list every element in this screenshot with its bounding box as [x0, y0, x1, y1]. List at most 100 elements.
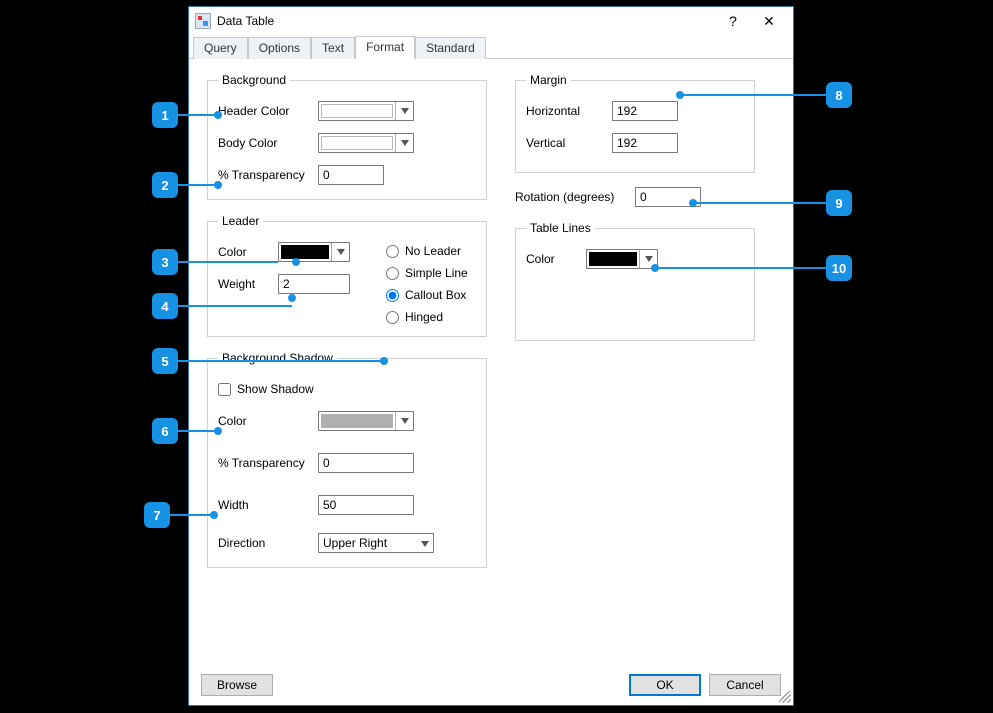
leader-radio-callout-box[interactable]: Callout Box	[386, 288, 476, 302]
leader-radio-simple-line-label: Simple Line	[405, 266, 468, 280]
annotation-dot	[210, 511, 218, 519]
tab-standard[interactable]: Standard	[415, 37, 486, 59]
group-leader: Leader Color Weight	[207, 214, 487, 337]
table-lines-color-swatch	[589, 252, 637, 266]
browse-button[interactable]: Browse	[201, 674, 273, 696]
dialog-footer: Browse OK Cancel	[189, 665, 793, 705]
annotation-6: 6	[152, 418, 178, 444]
annotation-dot	[214, 111, 222, 119]
annotation-10: 10	[826, 255, 852, 281]
body-color-swatch	[321, 136, 393, 150]
app-icon	[195, 13, 211, 29]
shadow-width-input[interactable]	[318, 495, 414, 515]
annotation-dot	[288, 294, 296, 302]
tab-options[interactable]: Options	[248, 37, 311, 59]
margin-horizontal-label: Horizontal	[526, 104, 612, 118]
show-shadow-checkbox[interactable]: Show Shadow	[218, 382, 314, 396]
table-lines-color-picker[interactable]	[586, 249, 658, 269]
annotation-line	[178, 360, 384, 362]
resize-grip[interactable]	[779, 691, 791, 703]
margin-horizontal-input[interactable]	[612, 101, 678, 121]
annotation-8: 8	[826, 82, 852, 108]
annotation-9: 9	[826, 190, 852, 216]
header-color-picker[interactable]	[318, 101, 414, 121]
group-shadow: Background Shadow Show Shadow Color	[207, 351, 487, 568]
body-color-label: Body Color	[218, 136, 318, 150]
leader-radio-hinged[interactable]: Hinged	[386, 310, 476, 324]
annotation-5: 5	[152, 348, 178, 374]
leader-color-picker[interactable]	[278, 242, 350, 262]
group-margin: Margin Horizontal Vertical	[515, 73, 755, 173]
leader-radio-simple-line[interactable]: Simple Line	[386, 266, 476, 280]
annotation-2: 2	[152, 172, 178, 198]
help-button[interactable]: ?	[715, 9, 751, 33]
annotation-line	[178, 114, 218, 116]
tab-format[interactable]: Format	[355, 36, 415, 59]
leader-weight-label: Weight	[218, 277, 278, 291]
annotation-line	[693, 202, 826, 204]
leader-radio-callout-box-input[interactable]	[386, 289, 399, 302]
shadow-direction-label: Direction	[218, 536, 318, 550]
data-table-dialog: Data Table ? ✕ Query Options Text Format…	[188, 6, 794, 706]
chevron-down-icon	[395, 102, 413, 120]
show-shadow-label: Show Shadow	[237, 382, 314, 396]
annotation-line	[680, 94, 826, 96]
ok-button[interactable]: OK	[629, 674, 701, 696]
group-table-lines-legend: Table Lines	[526, 221, 595, 235]
leader-radio-hinged-input[interactable]	[386, 311, 399, 324]
chevron-down-icon	[331, 243, 349, 261]
annotation-line	[178, 261, 278, 263]
leader-color-label: Color	[218, 245, 278, 259]
group-table-lines: Table Lines Color	[515, 221, 755, 341]
shadow-color-label: Color	[218, 414, 318, 428]
shadow-color-swatch	[321, 414, 393, 428]
group-shadow-legend: Background Shadow	[218, 351, 337, 365]
annotation-dot	[689, 199, 697, 207]
annotation-dot	[676, 91, 684, 99]
annotation-line	[178, 305, 292, 307]
leader-color-swatch	[281, 245, 329, 259]
annotation-dot	[214, 427, 222, 435]
show-shadow-input[interactable]	[218, 383, 231, 396]
group-background-legend: Background	[218, 73, 290, 87]
annotation-dot	[214, 181, 222, 189]
annotation-dot	[292, 258, 300, 266]
leader-radio-no-leader-input[interactable]	[386, 245, 399, 258]
shadow-transparency-label: % Transparency	[218, 456, 318, 470]
group-margin-legend: Margin	[526, 73, 571, 87]
group-background: Background Header Color Body Color	[207, 73, 487, 200]
close-button[interactable]: ✕	[751, 9, 787, 33]
header-color-label: Header Color	[218, 104, 318, 118]
annotation-7: 7	[144, 502, 170, 528]
table-lines-color-label: Color	[526, 252, 586, 266]
rotation-label: Rotation (degrees)	[515, 190, 635, 204]
leader-radio-no-leader[interactable]: No Leader	[386, 244, 476, 258]
shadow-direction-value: Upper Right	[323, 536, 387, 550]
bg-transparency-input[interactable]	[318, 165, 384, 185]
tab-query[interactable]: Query	[193, 37, 248, 59]
chevron-down-icon	[395, 412, 413, 430]
cancel-button[interactable]: Cancel	[709, 674, 781, 696]
annotation-line	[178, 430, 218, 432]
chevron-down-icon	[421, 536, 429, 550]
annotation-1: 1	[152, 102, 178, 128]
leader-weight-input[interactable]	[278, 274, 350, 294]
shadow-direction-select[interactable]: Upper Right	[318, 533, 434, 553]
annotation-dot	[380, 357, 388, 365]
leader-radio-hinged-label: Hinged	[405, 310, 443, 324]
shadow-transparency-input[interactable]	[318, 453, 414, 473]
annotation-dot	[651, 264, 659, 272]
annotation-line	[178, 184, 218, 186]
titlebar: Data Table ? ✕	[189, 7, 793, 35]
shadow-width-label: Width	[218, 498, 318, 512]
group-leader-legend: Leader	[218, 214, 263, 228]
bg-transparency-label: % Transparency	[218, 168, 318, 182]
annotation-3: 3	[152, 249, 178, 275]
leader-radio-no-leader-label: No Leader	[405, 244, 461, 258]
header-color-swatch	[321, 104, 393, 118]
body-color-picker[interactable]	[318, 133, 414, 153]
margin-vertical-input[interactable]	[612, 133, 678, 153]
leader-radio-simple-line-input[interactable]	[386, 267, 399, 280]
shadow-color-picker[interactable]	[318, 411, 414, 431]
tab-text[interactable]: Text	[311, 37, 355, 59]
